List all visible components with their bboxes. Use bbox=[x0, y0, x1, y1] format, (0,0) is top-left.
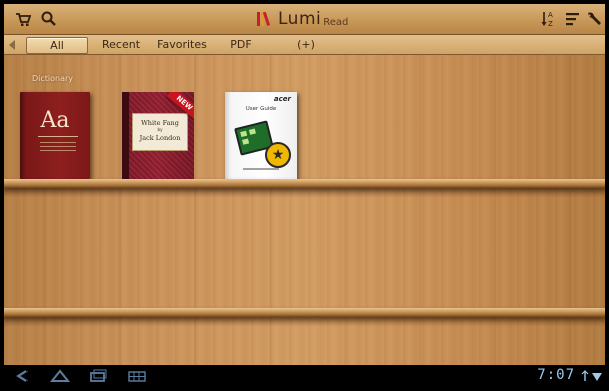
shelf-plank-1 bbox=[4, 179, 605, 188]
settings-wrench-icon[interactable] bbox=[585, 10, 603, 28]
back-icon[interactable] bbox=[12, 368, 32, 384]
book-cover-title: White Fang bbox=[141, 119, 179, 127]
status-clock: 7:07 bbox=[537, 367, 575, 383]
filter-tabs: All Recent Favorites PDF (+) bbox=[4, 35, 605, 55]
shelf-shadow-1 bbox=[4, 188, 605, 198]
book-spine bbox=[122, 92, 129, 179]
home-icon[interactable] bbox=[50, 368, 70, 384]
shelf-category-label: Dictionary bbox=[32, 74, 74, 83]
cover-title-plate: White Fang by Jack London bbox=[132, 113, 188, 151]
cart-icon[interactable] bbox=[14, 10, 32, 28]
book-user-guide[interactable]: acer User Guide ★ bbox=[225, 92, 297, 179]
cover-footer-line bbox=[243, 168, 279, 170]
lumiread-logo-icon bbox=[257, 11, 271, 26]
cover-text-line bbox=[40, 142, 76, 143]
list-view-icon[interactable] bbox=[564, 10, 582, 28]
shelf-shadow-2 bbox=[4, 317, 605, 327]
book-dictionary[interactable]: Aa bbox=[20, 92, 90, 179]
app-title-sub: Read bbox=[323, 16, 349, 28]
recent-apps-icon[interactable] bbox=[88, 368, 108, 384]
tab-all[interactable]: All bbox=[26, 37, 88, 54]
top-toolbar: Lumi Read A Z bbox=[4, 4, 605, 35]
book-cover-by: by bbox=[157, 127, 163, 132]
shelf-plank-2 bbox=[4, 308, 605, 317]
book-cover-title: User Guide bbox=[245, 106, 277, 112]
usb-icon bbox=[581, 370, 589, 381]
keyboard-grid-icon[interactable] bbox=[127, 368, 147, 384]
search-icon[interactable] bbox=[40, 10, 58, 28]
bookshelf: Dictionary Aa White Fang by Jack London … bbox=[4, 55, 605, 365]
app-logo: Lumi Read bbox=[255, 9, 348, 29]
favorite-star-icon: ★ bbox=[265, 142, 291, 168]
tab-add[interactable]: (+) bbox=[294, 37, 318, 52]
book-white-fang[interactable]: White Fang by Jack London NEW bbox=[122, 92, 194, 179]
wifi-icon bbox=[592, 373, 602, 381]
book-cover-title: Aa bbox=[40, 108, 70, 133]
book-cover-author: Jack London bbox=[139, 134, 181, 142]
tab-recent[interactable]: Recent bbox=[96, 37, 146, 52]
scroll-left-icon[interactable] bbox=[9, 40, 15, 50]
tab-pdf[interactable]: PDF bbox=[226, 37, 256, 52]
app-title: Lumi bbox=[278, 9, 322, 29]
svg-text:A: A bbox=[548, 11, 553, 19]
sort-az-icon[interactable]: A Z bbox=[540, 10, 558, 28]
cover-text-line bbox=[40, 150, 76, 151]
system-navigation-bar: 7:07 bbox=[4, 365, 605, 387]
svg-text:Z: Z bbox=[548, 20, 553, 28]
lumiread-app: Lumi Read A Z All Recent Favorites PDF (… bbox=[4, 4, 605, 387]
book-cover-brand: acer bbox=[273, 95, 291, 103]
tab-favorites[interactable]: Favorites bbox=[154, 37, 210, 52]
cover-text-line bbox=[40, 146, 76, 147]
